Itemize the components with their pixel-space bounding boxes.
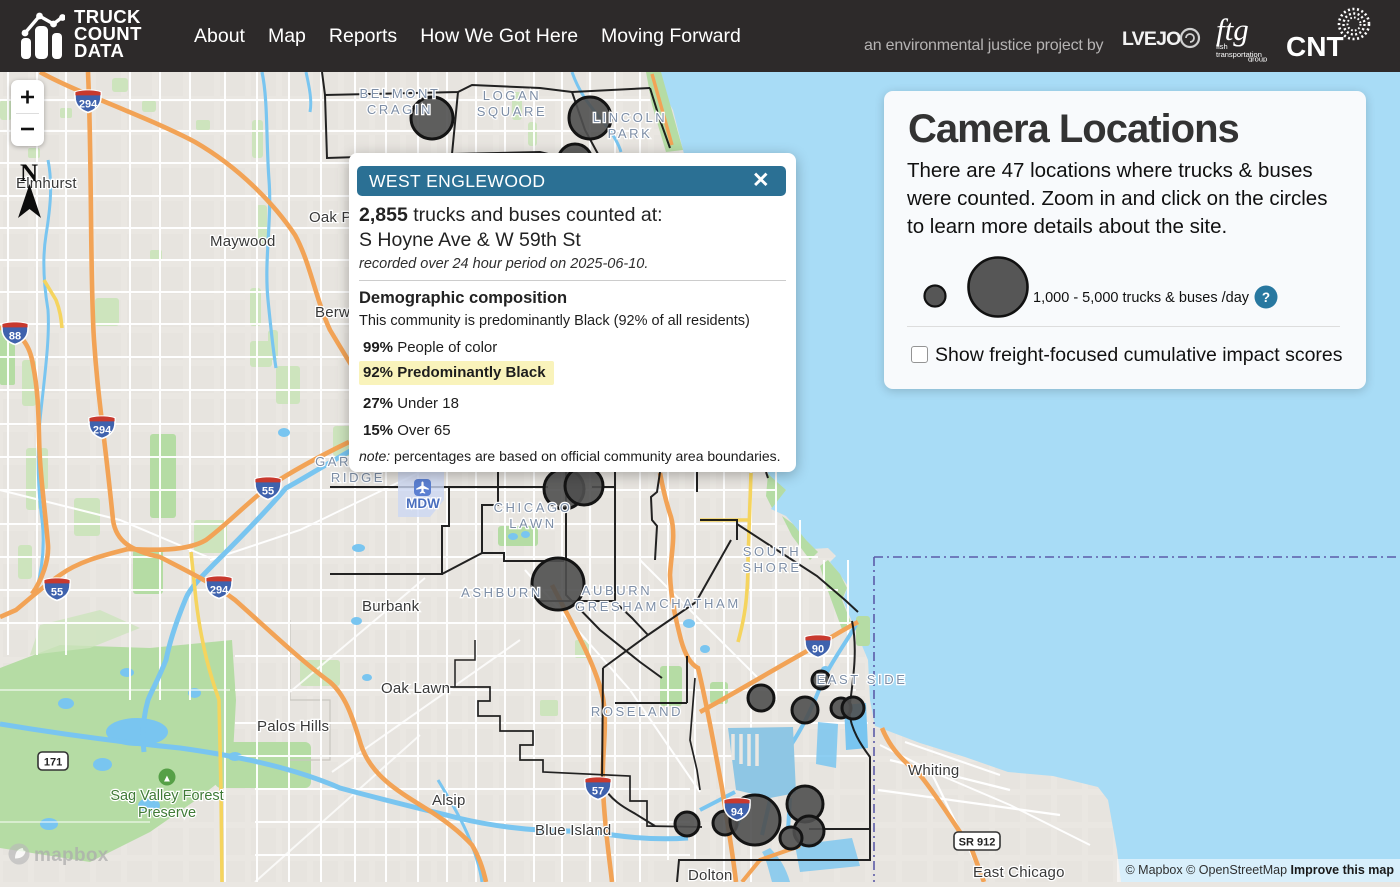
svg-text:Dolton: Dolton bbox=[688, 867, 733, 882]
svg-text:CRAGIN: CRAGIN bbox=[367, 102, 433, 117]
svg-text:294: 294 bbox=[79, 99, 98, 111]
svg-text:1,000 - 5,000 trucks & buses /: 1,000 - 5,000 trucks & buses /day bbox=[1033, 290, 1250, 306]
svg-text:57: 57 bbox=[592, 786, 604, 798]
svg-text:LAWN: LAWN bbox=[509, 516, 556, 531]
svg-text:Preserve: Preserve bbox=[138, 805, 196, 821]
svg-text:SR 912: SR 912 bbox=[959, 837, 996, 849]
svg-text:CHICAGO: CHICAGO bbox=[494, 500, 573, 515]
svg-text:Whiting: Whiting bbox=[908, 762, 959, 779]
svg-text:88: 88 bbox=[9, 331, 21, 343]
svg-text:PARK: PARK bbox=[608, 126, 653, 141]
svg-text:LINCOLN: LINCOLN bbox=[593, 110, 668, 125]
svg-text:SHORE: SHORE bbox=[742, 560, 801, 575]
svg-text:East Chicago: East Chicago bbox=[973, 864, 1065, 881]
svg-text:Blue Island: Blue Island bbox=[535, 822, 611, 839]
svg-text:▲: ▲ bbox=[162, 774, 172, 785]
svg-text:group: group bbox=[1248, 55, 1267, 63]
svg-text:EAST SIDE: EAST SIDE bbox=[816, 672, 907, 687]
svg-text:mapbox: mapbox bbox=[34, 845, 108, 866]
svg-text:55: 55 bbox=[51, 587, 63, 599]
svg-text:RIDGE: RIDGE bbox=[331, 470, 385, 485]
svg-text:GRESHAM: GRESHAM bbox=[575, 599, 659, 614]
svg-text:294: 294 bbox=[210, 585, 229, 597]
svg-text:SOUTH: SOUTH bbox=[743, 544, 802, 559]
svg-text:294: 294 bbox=[93, 425, 112, 437]
svg-text:Sag Valley Forest: Sag Valley Forest bbox=[110, 788, 223, 804]
svg-text:CHATHAM: CHATHAM bbox=[659, 596, 741, 611]
svg-text:Palos Hills: Palos Hills bbox=[257, 718, 329, 735]
svg-text:Burbank: Burbank bbox=[362, 598, 420, 615]
svg-text:AUBURN: AUBURN bbox=[582, 583, 653, 598]
svg-text:BELMONT: BELMONT bbox=[359, 86, 440, 101]
svg-text:LOGAN: LOGAN bbox=[483, 88, 542, 103]
svg-text:Maywood: Maywood bbox=[210, 233, 276, 250]
svg-text:Alsip: Alsip bbox=[432, 792, 466, 809]
svg-text:?: ? bbox=[1262, 290, 1270, 305]
svg-text:N: N bbox=[20, 160, 38, 187]
svg-text:55: 55 bbox=[262, 486, 274, 498]
svg-text:Oak Lawn: Oak Lawn bbox=[381, 680, 450, 697]
svg-text:ROSELAND: ROSELAND bbox=[591, 704, 683, 719]
svg-text:SQUARE: SQUARE bbox=[477, 104, 548, 119]
svg-text:ASHBURN: ASHBURN bbox=[461, 585, 543, 600]
svg-text:LVEJO: LVEJO bbox=[1122, 28, 1181, 50]
svg-text:171: 171 bbox=[44, 757, 62, 769]
svg-text:CNT: CNT bbox=[1286, 31, 1344, 62]
svg-text:94: 94 bbox=[731, 807, 744, 819]
svg-text:90: 90 bbox=[812, 644, 824, 656]
